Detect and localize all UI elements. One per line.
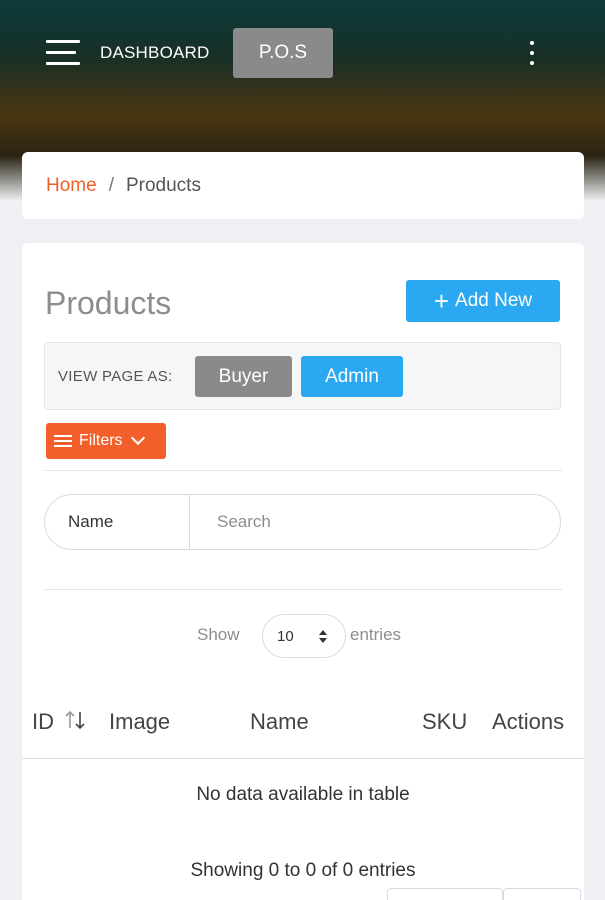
sort-arrows-icon[interactable] [63,708,87,732]
view-page-as-label: VIEW PAGE AS: [58,368,173,385]
filter-lines-icon [54,435,72,447]
search-divider [44,589,562,590]
pagination-next[interactable] [503,888,581,900]
table-info: Showing 0 to 0 of 0 entries [190,860,416,881]
column-header-sku: SKU [422,709,468,734]
pagination-previous[interactable] [387,888,503,900]
add-new-label: Add New [455,290,533,311]
table-header-border [22,758,584,759]
kebab-menu-icon[interactable] [526,41,538,67]
products-card: Products + Add New VIEW PAGE AS: Buyer A… [22,243,584,900]
column-header-actions: Actions [492,709,565,734]
plus-icon: + [433,286,450,316]
search-field-selector[interactable]: Name [45,495,190,549]
breadcrumb-current: Products [125,174,201,196]
select-arrows-icon [319,630,327,644]
filters-label: Filters [79,432,123,449]
buyer-view-button[interactable]: Buyer [195,356,292,397]
pos-button[interactable]: P.O.S [233,28,333,78]
chevron-down-icon [130,430,145,446]
show-label: Show [197,625,240,644]
column-header-id[interactable]: ID [32,709,54,735]
top-navbar: DASHBOARD P.O.S [0,28,605,78]
search-group: Name [44,494,561,550]
page-title: Products [45,285,172,321]
view-page-as-panel: VIEW PAGE AS: Buyer Admin [44,342,561,410]
breadcrumb: Home / Products [22,152,584,219]
filters-button[interactable]: Filters [46,423,166,459]
hamburger-menu-icon[interactable] [46,40,80,66]
entries-select[interactable]: 10 [262,614,346,658]
add-new-button[interactable]: + Add New [406,280,560,322]
breadcrumb-separator: / [108,174,114,196]
breadcrumb-home-link[interactable]: Home [46,175,97,197]
table-empty-message: No data available in table [196,784,410,805]
filters-divider [44,470,562,471]
column-header-image: Image [109,709,171,734]
search-input[interactable] [191,495,560,549]
entries-select-value: 10 [277,627,294,645]
dashboard-link[interactable]: DASHBOARD [100,43,210,63]
column-header-name: Name [250,709,309,734]
entries-label: entries [350,625,402,644]
admin-view-button[interactable]: Admin [301,356,403,397]
